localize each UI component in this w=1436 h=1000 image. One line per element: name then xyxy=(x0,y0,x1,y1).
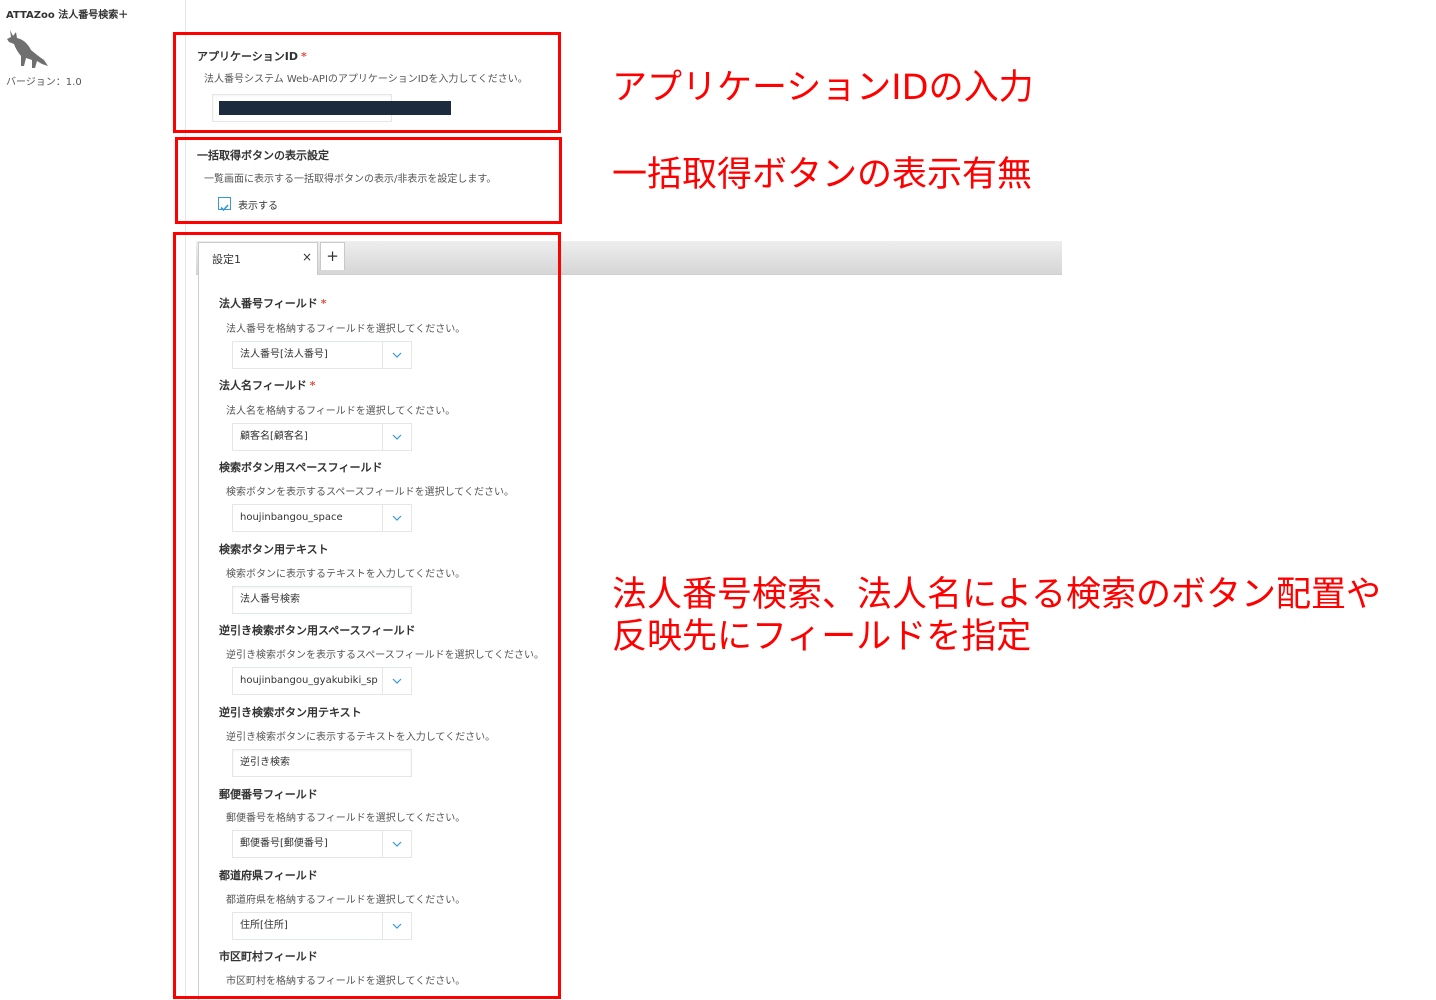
version-label: バージョン：1.0 xyxy=(6,77,82,88)
app-title: ATTAZoo 法人番号検索＋ xyxy=(6,10,129,21)
annotation-bulk: 一括取得ボタンの表示有無 xyxy=(612,155,1033,195)
highlight-box-fields xyxy=(173,232,561,999)
annotation-fields-line2: 反映先にフィールドを指定 xyxy=(612,617,1032,657)
wolf-icon xyxy=(4,26,50,70)
annotation-app-id: アプリケーションIDの入力 xyxy=(612,68,1034,108)
annotation-fields-line1: 法人番号検索、法人名による検索のボタン配置や xyxy=(612,575,1381,615)
highlight-box-app-id xyxy=(173,32,561,133)
highlight-box-bulk xyxy=(175,137,562,224)
